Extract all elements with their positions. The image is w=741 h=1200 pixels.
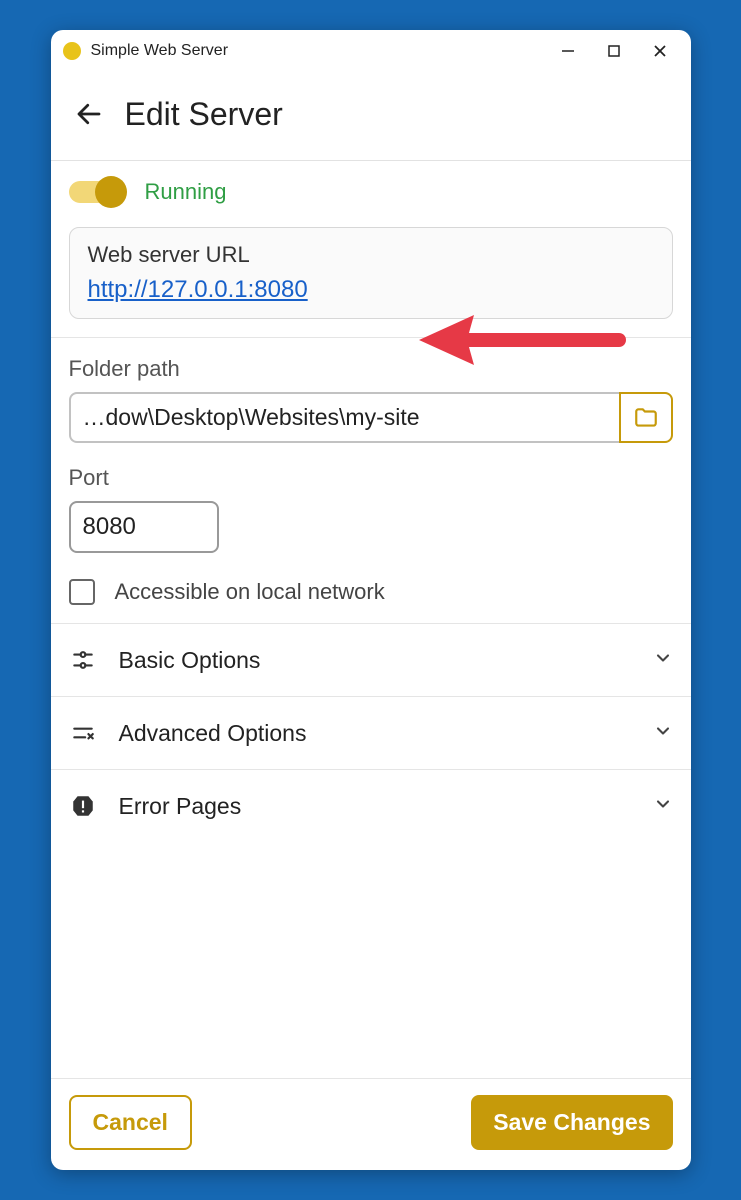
app-icon (63, 42, 81, 60)
maximize-button[interactable] (591, 30, 637, 72)
status-label: Running (145, 179, 227, 205)
footer: Cancel Save Changes (51, 1078, 691, 1170)
port-label: Port (69, 465, 673, 491)
error-pages-row[interactable]: Error Pages (51, 770, 691, 842)
basic-options-row[interactable]: Basic Options (51, 624, 691, 697)
server-url-link[interactable]: http://127.0.0.1:8080 (88, 276, 308, 304)
error-pages-label: Error Pages (119, 793, 653, 820)
folder-icon (633, 405, 659, 431)
cancel-button[interactable]: Cancel (69, 1095, 192, 1150)
url-label: Web server URL (88, 242, 654, 268)
local-network-label: Accessible on local network (115, 579, 385, 605)
minimize-button[interactable] (545, 30, 591, 72)
status-row: Running (69, 179, 673, 205)
folder-port-section: Folder path Port Accessible on local net… (51, 338, 691, 624)
titlebar: Simple Web Server (51, 30, 691, 72)
folder-row (69, 392, 673, 443)
window-controls (545, 30, 683, 72)
advanced-icon (69, 719, 97, 747)
local-network-checkbox[interactable] (69, 579, 95, 605)
error-icon (69, 792, 97, 820)
window-title: Simple Web Server (91, 42, 545, 60)
basic-options-label: Basic Options (119, 647, 653, 674)
sliders-icon (69, 646, 97, 674)
status-section: Running Web server URL http://127.0.0.1:… (51, 161, 691, 338)
back-button[interactable] (69, 94, 109, 134)
chevron-down-icon (653, 794, 673, 819)
chevron-down-icon (653, 648, 673, 673)
local-network-row: Accessible on local network (69, 579, 673, 605)
folder-path-input[interactable] (69, 392, 619, 443)
page-title: Edit Server (125, 96, 283, 133)
save-button[interactable]: Save Changes (471, 1095, 672, 1150)
content-scroll[interactable]: Running Web server URL http://127.0.0.1:… (51, 160, 691, 1078)
choose-folder-button[interactable] (619, 392, 673, 443)
close-button[interactable] (637, 30, 683, 72)
advanced-options-row[interactable]: Advanced Options (51, 697, 691, 770)
folder-label: Folder path (69, 356, 673, 382)
arrow-left-icon (74, 99, 104, 129)
advanced-options-label: Advanced Options (119, 720, 653, 747)
running-toggle[interactable] (69, 181, 125, 203)
toggle-knob (95, 176, 127, 208)
chevron-down-icon (653, 721, 673, 746)
port-input[interactable] (69, 501, 219, 553)
url-card: Web server URL http://127.0.0.1:8080 (69, 227, 673, 319)
page-header: Edit Server (51, 72, 691, 160)
app-window: Simple Web Server Edit Server (51, 30, 691, 1170)
